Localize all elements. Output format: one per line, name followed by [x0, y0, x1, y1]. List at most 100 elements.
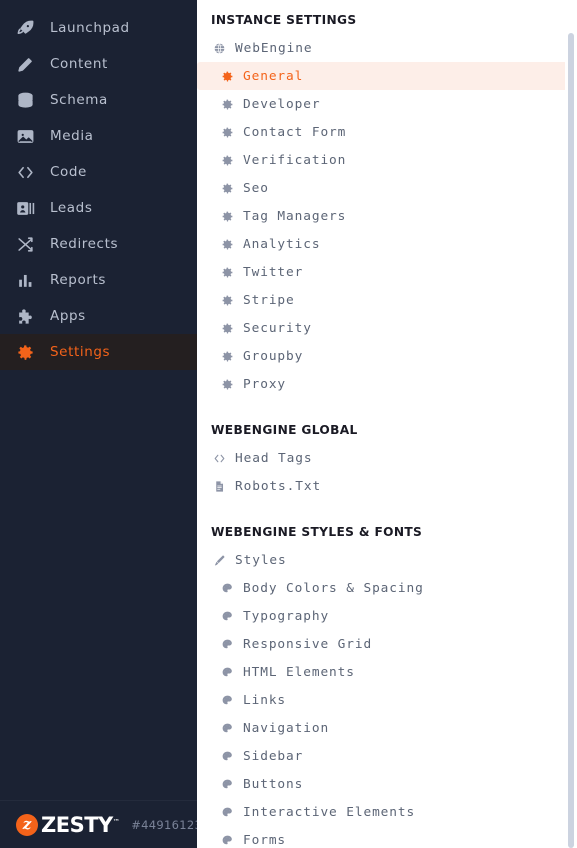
settings-item-label: Forms — [243, 832, 287, 848]
app-root: Launchpad Content Schema Media Code Leads Redi… — [0, 0, 577, 848]
palette-icon — [219, 720, 235, 736]
palette-icon — [219, 608, 235, 624]
sidebar-item-label: Code — [50, 164, 87, 180]
gear-icon — [219, 376, 235, 392]
sidebar-nav-list: Launchpad Content Schema Media Code Leads Redi… — [0, 0, 197, 370]
sidebar-item-apps[interactable]: Apps — [0, 298, 197, 334]
settings-item-robots-txt[interactable]: Robots.Txt — [197, 472, 577, 500]
zesty-logo-icon: z — [16, 813, 38, 836]
sidebar-item-schema[interactable]: Schema — [0, 82, 197, 118]
bar-chart-icon — [12, 269, 38, 291]
settings-item-label: Navigation — [243, 720, 330, 736]
palette-icon — [219, 636, 235, 652]
settings-item-webengine[interactable]: WebEngine — [197, 34, 577, 62]
palette-icon — [219, 692, 235, 708]
settings-item-contact-form[interactable]: Contact Form — [197, 118, 577, 146]
gear-icon — [12, 341, 38, 363]
gear-icon — [219, 264, 235, 280]
settings-item-buttons[interactable]: Buttons — [197, 770, 577, 798]
settings-item-body-colors-spacing[interactable]: Body Colors & Spacing — [197, 574, 577, 602]
section-heading: WEBENGINE GLOBAL — [211, 423, 358, 437]
settings-item-interactive-elements[interactable]: Interactive Elements — [197, 798, 577, 826]
sidebar-item-label: Settings — [50, 344, 111, 360]
settings-item-styles[interactable]: Styles — [197, 546, 577, 574]
settings-item-label: Analytics — [243, 236, 321, 252]
globe-icon — [211, 40, 227, 56]
vertical-scrollbar[interactable] — [568, 33, 574, 848]
sidebar-item-leads[interactable]: Leads — [0, 190, 197, 226]
settings-item-label: Links — [243, 692, 287, 708]
database-icon — [12, 89, 38, 111]
instance-id: #44916123 — [131, 817, 203, 832]
settings-item-twitter[interactable]: Twitter — [197, 258, 577, 286]
palette-icon — [219, 580, 235, 596]
settings-item-label: Developer — [243, 96, 321, 112]
settings-item-proxy[interactable]: Proxy — [197, 370, 577, 398]
settings-item-seo[interactable]: Seo — [197, 174, 577, 202]
settings-list: INSTANCE SETTINGS WebEngine General Develop… — [197, 6, 577, 848]
settings-item-label: Verification — [243, 152, 347, 168]
sidebar-item-label: Reports — [50, 272, 106, 288]
gear-icon — [219, 292, 235, 308]
settings-item-verification[interactable]: Verification — [197, 146, 577, 174]
contact-card-icon — [12, 197, 38, 219]
settings-item-label: Typography — [243, 608, 330, 624]
section-heading: WEBENGINE STYLES & FONTS — [211, 525, 423, 539]
palette-icon — [219, 776, 235, 792]
palette-icon — [219, 748, 235, 764]
settings-item-label: Interactive Elements — [243, 804, 416, 820]
pencil-icon — [12, 53, 38, 75]
zesty-wordmark-text: ZESTY — [41, 812, 113, 837]
document-icon — [211, 478, 227, 494]
settings-item-developer[interactable]: Developer — [197, 90, 577, 118]
gear-icon — [219, 348, 235, 364]
brush-icon — [211, 552, 227, 568]
sidebar-item-label: Redirects — [50, 236, 119, 252]
sidebar-item-label: Media — [50, 128, 94, 144]
gear-icon — [219, 124, 235, 140]
settings-item-label: Body Colors & Spacing — [243, 580, 424, 596]
palette-icon — [219, 804, 235, 820]
settings-item-stripe[interactable]: Stripe — [197, 286, 577, 314]
settings-item-general[interactable]: General — [197, 62, 565, 90]
settings-item-label: HTML Elements — [243, 664, 355, 680]
settings-item-security[interactable]: Security — [197, 314, 577, 342]
settings-item-sidebar[interactable]: Sidebar — [197, 742, 577, 770]
settings-item-analytics[interactable]: Analytics — [197, 230, 577, 258]
settings-item-label: Head Tags — [235, 450, 313, 466]
gear-icon — [219, 96, 235, 112]
settings-item-label: Seo — [243, 180, 269, 196]
settings-item-navigation[interactable]: Navigation — [197, 714, 577, 742]
settings-item-label: Tag Managers — [243, 208, 347, 224]
settings-item-responsive-grid[interactable]: Responsive Grid — [197, 630, 577, 658]
settings-item-typography[interactable]: Typography — [197, 602, 577, 630]
settings-item-label: Security — [243, 320, 312, 336]
section-heading: INSTANCE SETTINGS — [211, 13, 357, 27]
sidebar-item-media[interactable]: Media — [0, 118, 197, 154]
settings-item-head-tags[interactable]: Head Tags — [197, 444, 577, 472]
settings-item-links[interactable]: Links — [197, 686, 577, 714]
gear-icon — [219, 180, 235, 196]
gear-icon — [219, 68, 235, 84]
gear-icon — [219, 236, 235, 252]
settings-item-groupby[interactable]: Groupby — [197, 342, 577, 370]
shuffle-icon — [12, 233, 38, 255]
primary-sidebar: Launchpad Content Schema Media Code Leads Redi… — [0, 0, 202, 848]
settings-item-label: WebEngine — [235, 40, 313, 56]
settings-item-label: Responsive Grid — [243, 636, 373, 652]
sidebar-item-label: Content — [50, 56, 108, 72]
sidebar-item-redirects[interactable]: Redirects — [0, 226, 197, 262]
brand-footer: z ZESTY™ #44916123 — [0, 800, 202, 848]
sidebar-item-label: Leads — [50, 200, 93, 216]
settings-item-tag-managers[interactable]: Tag Managers — [197, 202, 577, 230]
settings-item-label: Robots.Txt — [235, 478, 322, 494]
code-brackets-icon — [211, 450, 227, 466]
sidebar-item-launchpad[interactable]: Launchpad — [0, 10, 197, 46]
settings-item-forms[interactable]: Forms — [197, 826, 577, 848]
sidebar-item-code[interactable]: Code — [0, 154, 197, 190]
sidebar-item-reports[interactable]: Reports — [0, 262, 197, 298]
sidebar-item-content[interactable]: Content — [0, 46, 197, 82]
sidebar-item-settings[interactable]: Settings — [0, 334, 197, 370]
rocket-icon — [12, 17, 38, 39]
settings-item-html-elements[interactable]: HTML Elements — [197, 658, 577, 686]
